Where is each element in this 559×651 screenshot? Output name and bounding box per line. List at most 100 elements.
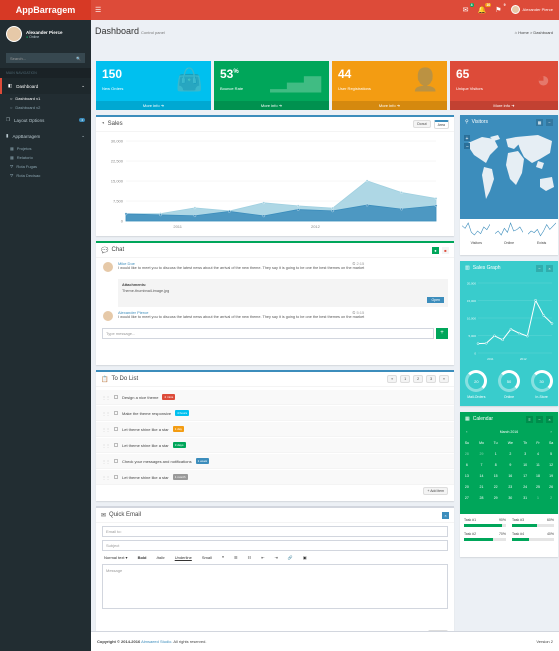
collapse-button[interactable]: − xyxy=(536,415,543,423)
underline-button[interactable]: Underline xyxy=(173,554,194,561)
chat-close-button[interactable]: ■ xyxy=(442,246,449,254)
calendar-day[interactable]: 23 xyxy=(502,481,519,492)
todo-checkbox[interactable] xyxy=(114,475,118,479)
calendar-day[interactable]: 8 xyxy=(489,459,502,470)
calendar-day[interactable]: 21 xyxy=(474,481,490,492)
calendar-day[interactable]: 28 xyxy=(460,448,474,459)
calendar-day[interactable]: 27 xyxy=(460,492,474,503)
menu-icon[interactable]: ☰ xyxy=(95,6,101,14)
calendar-day[interactable]: 9 xyxy=(502,459,519,470)
outdent-icon[interactable]: ⇤ xyxy=(259,554,266,561)
pagination-prev[interactable]: « xyxy=(387,375,398,383)
calendar-day[interactable]: 20 xyxy=(460,481,474,492)
indent-icon[interactable]: ⇥ xyxy=(273,554,280,561)
add-item-button[interactable]: + Add item xyxy=(423,487,448,495)
calendar-day[interactable]: 25 xyxy=(532,481,545,492)
chat-status-button[interactable]: ● xyxy=(432,246,439,254)
calendar-day[interactable]: 19 xyxy=(544,470,558,481)
chat-message-input[interactable]: Type message... xyxy=(102,328,434,339)
calendar-day[interactable]: 29 xyxy=(474,448,490,459)
small-button[interactable]: Small xyxy=(200,554,214,561)
pagination-page-3[interactable]: 3 xyxy=(426,375,437,383)
attachment-file[interactable]: Theme-thumbnail-image.jpg xyxy=(122,289,444,293)
sidebar-item-layout-options[interactable]: ❐ Layout Options 4 xyxy=(0,112,91,128)
calendar-menu-button[interactable]: ≡ xyxy=(526,415,533,423)
sidebar-search[interactable]: Search... 🔍 xyxy=(6,53,85,63)
sidebar-item-appbarragem[interactable]: ▮ AppBarragem ⌄ xyxy=(0,128,91,144)
text-style-dropdown[interactable]: Normal text ▾ xyxy=(102,554,130,561)
calendar-day[interactable]: 28 xyxy=(474,492,490,503)
todo-checkbox[interactable] xyxy=(114,427,118,431)
sidebar-item-projetos[interactable]: ▦ Projetos xyxy=(0,144,91,153)
email-to-field[interactable]: Email to: xyxy=(102,526,448,537)
calendar-day[interactable]: 1 xyxy=(489,448,502,459)
calendar-day[interactable]: 5 xyxy=(544,448,558,459)
search-input[interactable]: Search... xyxy=(10,56,26,61)
pagination-page-1[interactable]: 1 xyxy=(400,375,411,383)
calendar-day[interactable]: 26 xyxy=(544,481,558,492)
drag-handle-icon[interactable]: ⋮⋮ xyxy=(102,427,110,432)
email-message-textarea[interactable]: Message xyxy=(102,564,448,609)
more-info-link[interactable]: More info ➜ xyxy=(214,101,329,110)
calendar-day[interactable]: 10 xyxy=(519,459,532,470)
calendar-day[interactable]: 15 xyxy=(489,470,502,481)
knob-value[interactable]: 50 xyxy=(497,370,520,392)
calendar-day[interactable]: 3 xyxy=(519,448,532,459)
drag-handle-icon[interactable]: ⋮⋮ xyxy=(102,395,110,400)
unordered-list-icon[interactable]: ☰ xyxy=(232,554,240,561)
sidebar-item-relatorio[interactable]: ▦ Relatorio xyxy=(0,153,91,162)
calendar-next-button[interactable]: › xyxy=(544,426,558,437)
calendar-day[interactable]: 30 xyxy=(502,492,519,503)
sidebar-item-dashboard-v1[interactable]: ○ Dashboard v1 xyxy=(0,94,91,103)
drag-handle-icon[interactable]: ⋮⋮ xyxy=(102,475,110,480)
calendar-day[interactable]: 2 xyxy=(544,492,558,503)
calendar-day[interactable]: 14 xyxy=(474,470,490,481)
search-icon[interactable]: 🔍 xyxy=(76,56,81,61)
drag-handle-icon[interactable]: ⋮⋮ xyxy=(102,443,110,448)
calendar-day[interactable]: 11 xyxy=(532,459,545,470)
calendar-day[interactable]: 7 xyxy=(474,459,490,470)
calendar-day[interactable]: 17 xyxy=(519,470,532,481)
calendar-prev-button[interactable]: ‹ xyxy=(460,426,474,437)
email-subject-field[interactable]: Subject xyxy=(102,540,448,551)
calendar-day[interactable]: 31 xyxy=(519,492,532,503)
user-menu[interactable]: Alexander Pierce xyxy=(510,5,553,14)
date-range-button[interactable]: ▦ xyxy=(536,118,543,126)
email-remove-button[interactable]: × xyxy=(442,511,449,519)
more-info-link[interactable]: More info ➜ xyxy=(450,101,558,110)
calendar-day[interactable]: 22 xyxy=(489,481,502,492)
collapse-button[interactable]: − xyxy=(546,118,553,126)
app-logo[interactable]: AppBarragem xyxy=(0,0,91,20)
collapse-button[interactable]: − xyxy=(536,264,543,272)
breadcrumb-home[interactable]: Home xyxy=(518,30,529,35)
remove-button[interactable]: × xyxy=(546,415,553,423)
todo-checkbox[interactable] xyxy=(114,395,118,399)
drag-handle-icon[interactable]: ⋮⋮ xyxy=(102,411,110,416)
todo-checkbox[interactable] xyxy=(114,459,118,463)
calendar-day[interactable]: 1 xyxy=(532,492,545,503)
footer-company-link[interactable]: Almsaeed Studio. xyxy=(141,639,172,644)
sidebar-item-dashboard-v2[interactable]: ○ Dashboard v2 xyxy=(0,103,91,112)
more-info-link[interactable]: More info ➜ xyxy=(332,101,447,110)
pagination-next[interactable]: » xyxy=(439,375,449,383)
calendar-day[interactable]: 13 xyxy=(460,470,474,481)
open-attachment-button[interactable]: Open xyxy=(427,297,444,303)
remove-button[interactable]: × xyxy=(546,264,553,272)
calendar-day[interactable]: 24 xyxy=(519,481,532,492)
tab-donut[interactable]: Donut xyxy=(413,120,431,128)
knob-value[interactable]: 20 xyxy=(465,370,488,392)
calendar-day[interactable]: 16 xyxy=(502,470,519,481)
image-icon[interactable]: ▣ xyxy=(301,554,309,561)
pagination-page-2[interactable]: 2 xyxy=(413,375,424,383)
sidebar-item-rota-decisao[interactable]: ⛛ Rota Decisao xyxy=(0,171,91,180)
flag-icon[interactable]: ⚑ 9 xyxy=(495,2,507,14)
drag-handle-icon[interactable]: ⋮⋮ xyxy=(102,459,110,464)
calendar-day[interactable]: 18 xyxy=(532,470,545,481)
bold-button[interactable]: Bold xyxy=(136,554,149,561)
todo-checkbox[interactable] xyxy=(114,411,118,415)
calendar-day[interactable]: 12 xyxy=(544,459,558,470)
add-message-button[interactable]: + xyxy=(436,328,448,339)
calendar-day[interactable]: 29 xyxy=(489,492,502,503)
calendar-day[interactable]: 6 xyxy=(460,459,474,470)
quote-icon[interactable]: ❝ xyxy=(220,554,226,561)
